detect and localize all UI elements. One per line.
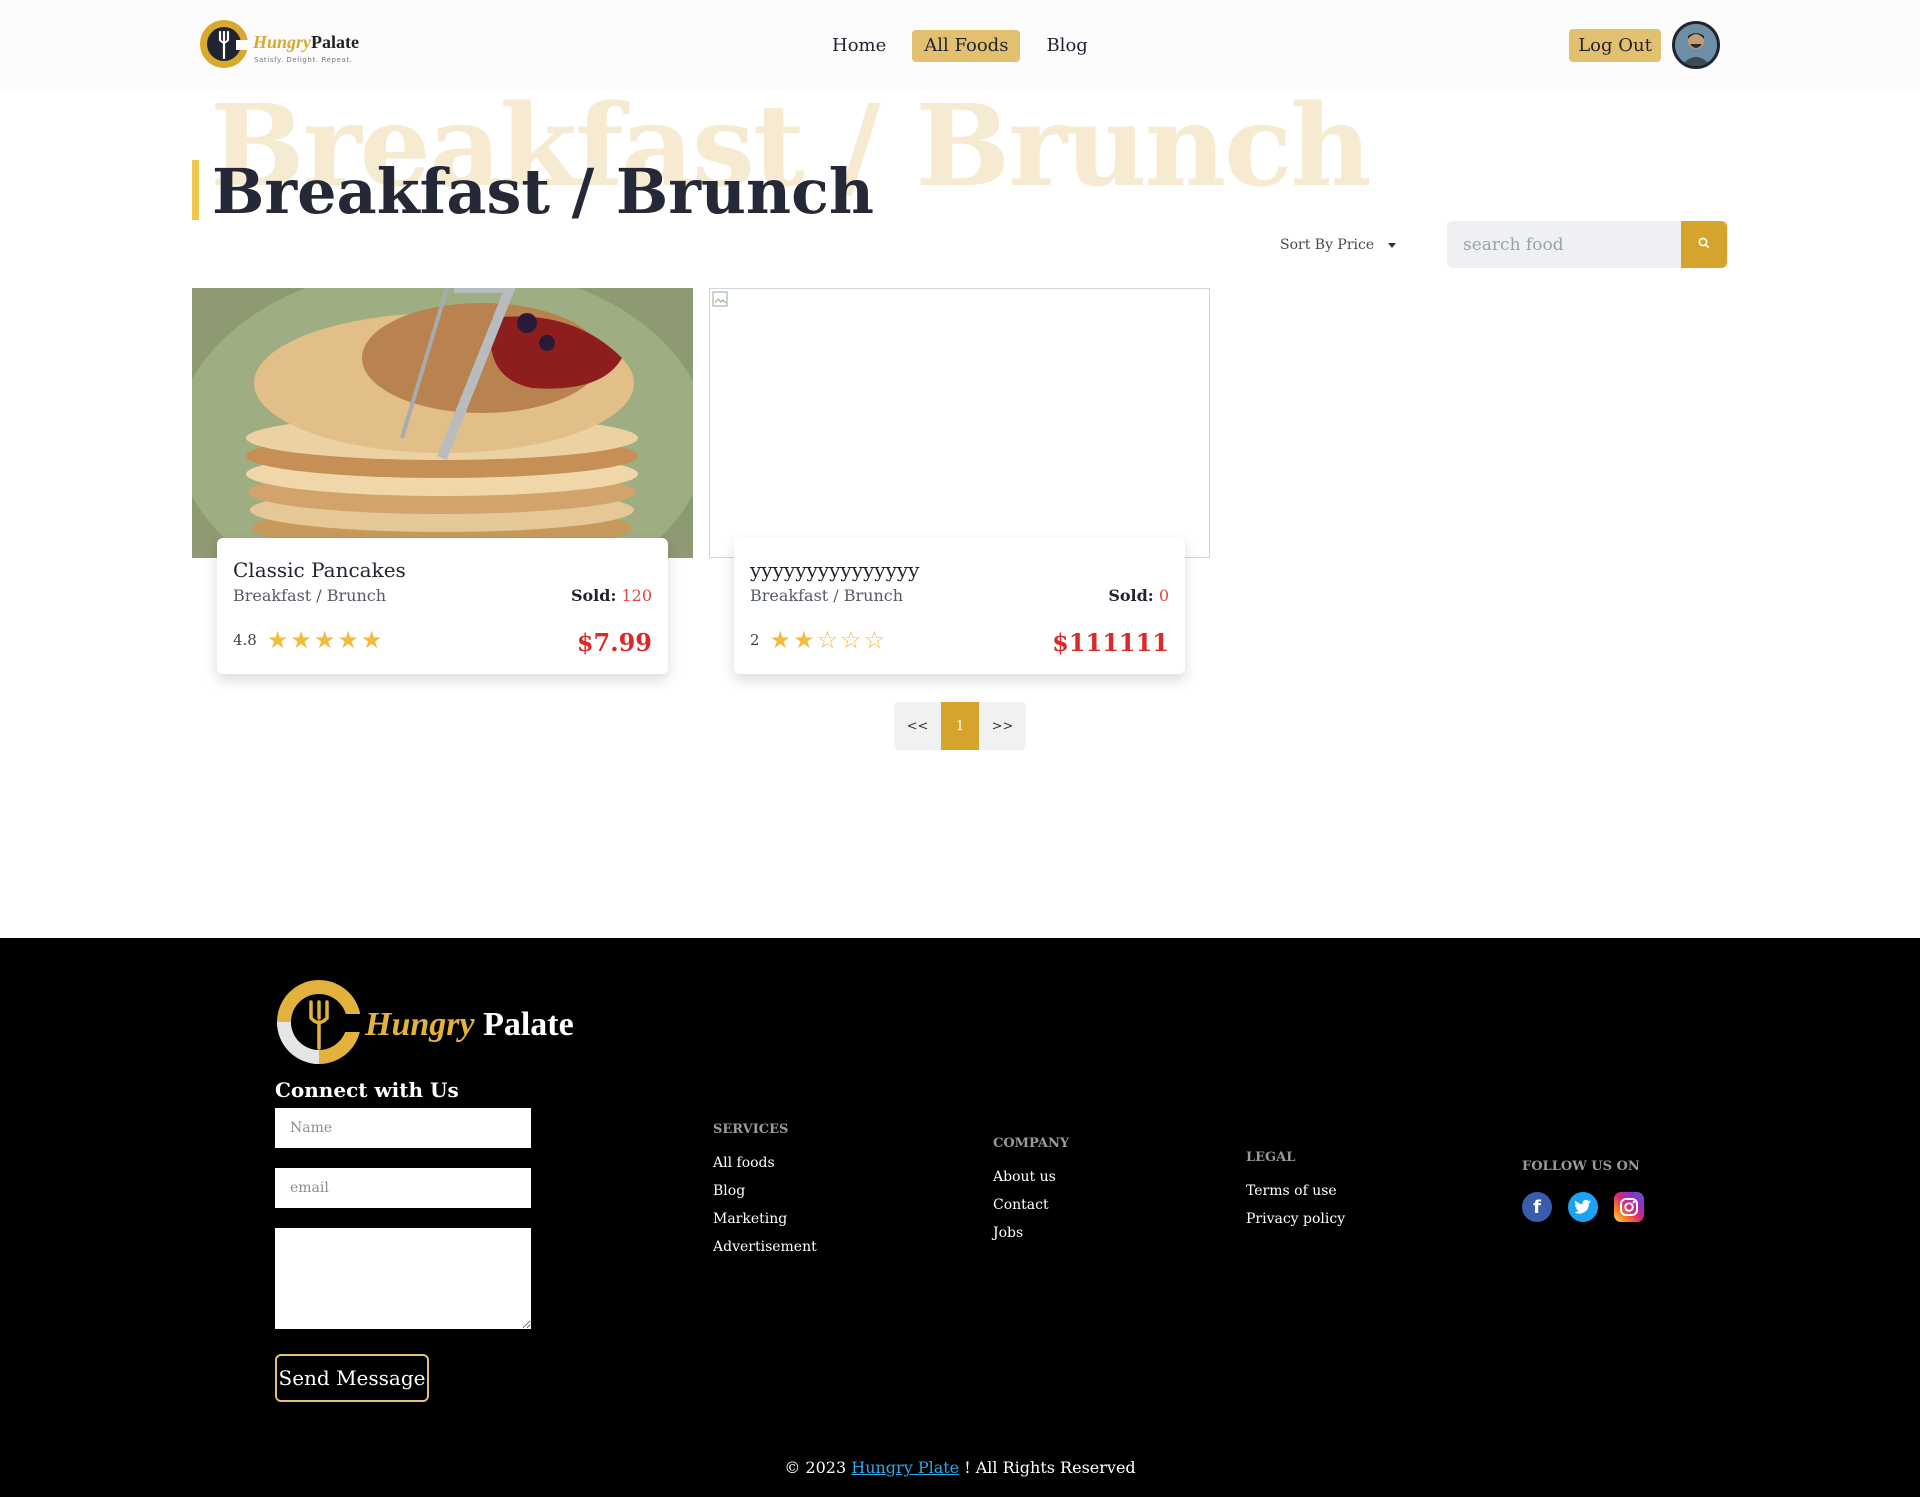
food-image[interactable]: [192, 288, 693, 558]
food-sold-count: Sold: 120: [570, 586, 652, 605]
company-heading: COMPANY: [993, 1136, 1070, 1151]
food-info: yyyyyyyyyyyyyyy Breakfast / Brunch Sold:…: [734, 538, 1185, 674]
sort-by-price-select[interactable]: Sort By Price: [1280, 230, 1412, 260]
food-card[interactable]: yyyyyyyyyyyyyyy Breakfast / Brunch Sold:…: [709, 288, 1210, 674]
pagination-prev[interactable]: <<: [894, 702, 941, 750]
instagram-icon[interactable]: [1614, 1192, 1644, 1222]
star-filled-icon: ★: [769, 626, 792, 654]
footer-logo-mark-icon: [277, 980, 365, 1064]
footer-logo: Hungry Palate: [275, 978, 574, 1068]
message-field[interactable]: [275, 1228, 531, 1329]
food-card[interactable]: Classic Pancakes Breakfast / Brunch Sold…: [192, 288, 693, 674]
connect-title: Connect with Us: [275, 1078, 459, 1102]
rating-value: 2: [750, 631, 760, 649]
food-sold-count: Sold: 0: [1108, 586, 1169, 605]
food-price: $111111: [1052, 628, 1169, 657]
footer-link-blog[interactable]: Blog: [713, 1183, 817, 1199]
star-filled-icon: ★: [360, 626, 383, 654]
main-nav: Home All Foods Blog: [820, 30, 1100, 62]
footer-logo-text: Hungry Palate: [365, 1006, 574, 1043]
search-icon: [1698, 237, 1709, 248]
food-category: Breakfast / Brunch: [233, 586, 387, 605]
nav-home[interactable]: Home: [820, 30, 898, 62]
caret-down-icon: [1388, 242, 1397, 248]
services-column: SERVICES All foods Blog Marketing Advert…: [713, 1122, 817, 1267]
pagination: << 1 >>: [894, 702, 1026, 750]
copyright: © 2023 Hungry Plate ! All Rights Reserve…: [784, 1458, 1136, 1477]
rating-value: 4.8: [233, 631, 257, 649]
star-filled-icon: ★: [337, 626, 359, 654]
footer-link-jobs[interactable]: Jobs: [993, 1225, 1069, 1241]
legal-heading: LEGAL: [1246, 1150, 1296, 1165]
pagination-page[interactable]: 1: [941, 702, 979, 750]
email-field[interactable]: [275, 1168, 531, 1208]
footer-link-contact[interactable]: Contact: [993, 1197, 1069, 1213]
pancakes-image: [192, 288, 693, 558]
footer-link-about[interactable]: About us: [993, 1169, 1069, 1185]
star-filled-icon: ★: [266, 626, 289, 654]
nav-all-foods[interactable]: All Foods: [912, 30, 1021, 62]
star-empty-icon: ☆: [840, 626, 862, 654]
twitter-icon[interactable]: [1568, 1192, 1598, 1222]
logout-button[interactable]: Log Out: [1569, 29, 1661, 62]
footer-link-all-foods[interactable]: All foods: [713, 1155, 817, 1171]
star-rating: ★ ★ ★ ★ ★: [266, 626, 383, 654]
follow-heading: FOLLOW US ON: [1522, 1159, 1640, 1174]
logo-mark-icon: [200, 20, 250, 68]
footer-link-privacy[interactable]: Privacy policy: [1246, 1211, 1345, 1227]
food-image[interactable]: [709, 288, 1210, 558]
services-heading: SERVICES: [713, 1122, 789, 1137]
food-info: Classic Pancakes Breakfast / Brunch Sold…: [217, 538, 668, 674]
company-column: COMPANY About us Contact Jobs: [993, 1136, 1069, 1253]
site-header: HungryPalate Satisfy. Delight. Repeat. H…: [0, 0, 1920, 92]
food-rating: 4.8 ★ ★ ★ ★ ★: [233, 626, 383, 654]
food-rating: 2 ★ ★ ☆ ☆ ☆: [750, 626, 886, 654]
instagram-glyph-icon: [1620, 1198, 1638, 1216]
sort-label: Sort By Price: [1280, 237, 1375, 253]
social-links: f: [1522, 1192, 1644, 1222]
follow-column: FOLLOW US ON f: [1522, 1159, 1644, 1222]
star-empty-icon: ☆: [816, 626, 839, 654]
title-accent-bar: [192, 160, 199, 220]
twitter-bird-icon: [1574, 1200, 1591, 1214]
food-name[interactable]: Classic Pancakes: [233, 558, 406, 582]
copyright-link[interactable]: Hungry Plate: [851, 1458, 959, 1477]
pagination-next[interactable]: >>: [979, 702, 1026, 750]
star-filled-icon: ★: [313, 626, 336, 654]
logo-text: HungryPalate: [253, 32, 360, 52]
facebook-icon[interactable]: f: [1522, 1192, 1552, 1222]
food-price: $7.99: [576, 628, 652, 657]
logo-tagline: Satisfy. Delight. Repeat.: [254, 56, 353, 64]
food-name[interactable]: yyyyyyyyyyyyyyy: [750, 558, 919, 582]
send-message-button[interactable]: Send Message: [275, 1354, 429, 1402]
footer-link-advertisement[interactable]: Advertisement: [713, 1239, 817, 1255]
name-field[interactable]: [275, 1108, 531, 1148]
star-empty-icon: ☆: [863, 626, 886, 654]
food-category: Breakfast / Brunch: [750, 586, 904, 605]
site-logo[interactable]: HungryPalate Satisfy. Delight. Repeat.: [198, 18, 360, 74]
page-title: Breakfast / Brunch: [212, 155, 874, 228]
user-avatar-icon: [1675, 24, 1717, 66]
star-filled-icon: ★: [793, 626, 815, 654]
nav-blog[interactable]: Blog: [1034, 30, 1099, 62]
legal-column: LEGAL Terms of use Privacy policy: [1246, 1150, 1345, 1239]
site-footer: Hungry Palate Connect with Us Send Messa…: [0, 938, 1920, 1497]
footer-link-terms[interactable]: Terms of use: [1246, 1183, 1345, 1199]
broken-image-icon: [712, 291, 728, 307]
search-button[interactable]: [1681, 221, 1727, 268]
star-filled-icon: ★: [290, 626, 312, 654]
avatar[interactable]: [1672, 21, 1720, 69]
footer-link-marketing[interactable]: Marketing: [713, 1211, 817, 1227]
star-rating: ★ ★ ☆ ☆ ☆: [769, 626, 886, 654]
